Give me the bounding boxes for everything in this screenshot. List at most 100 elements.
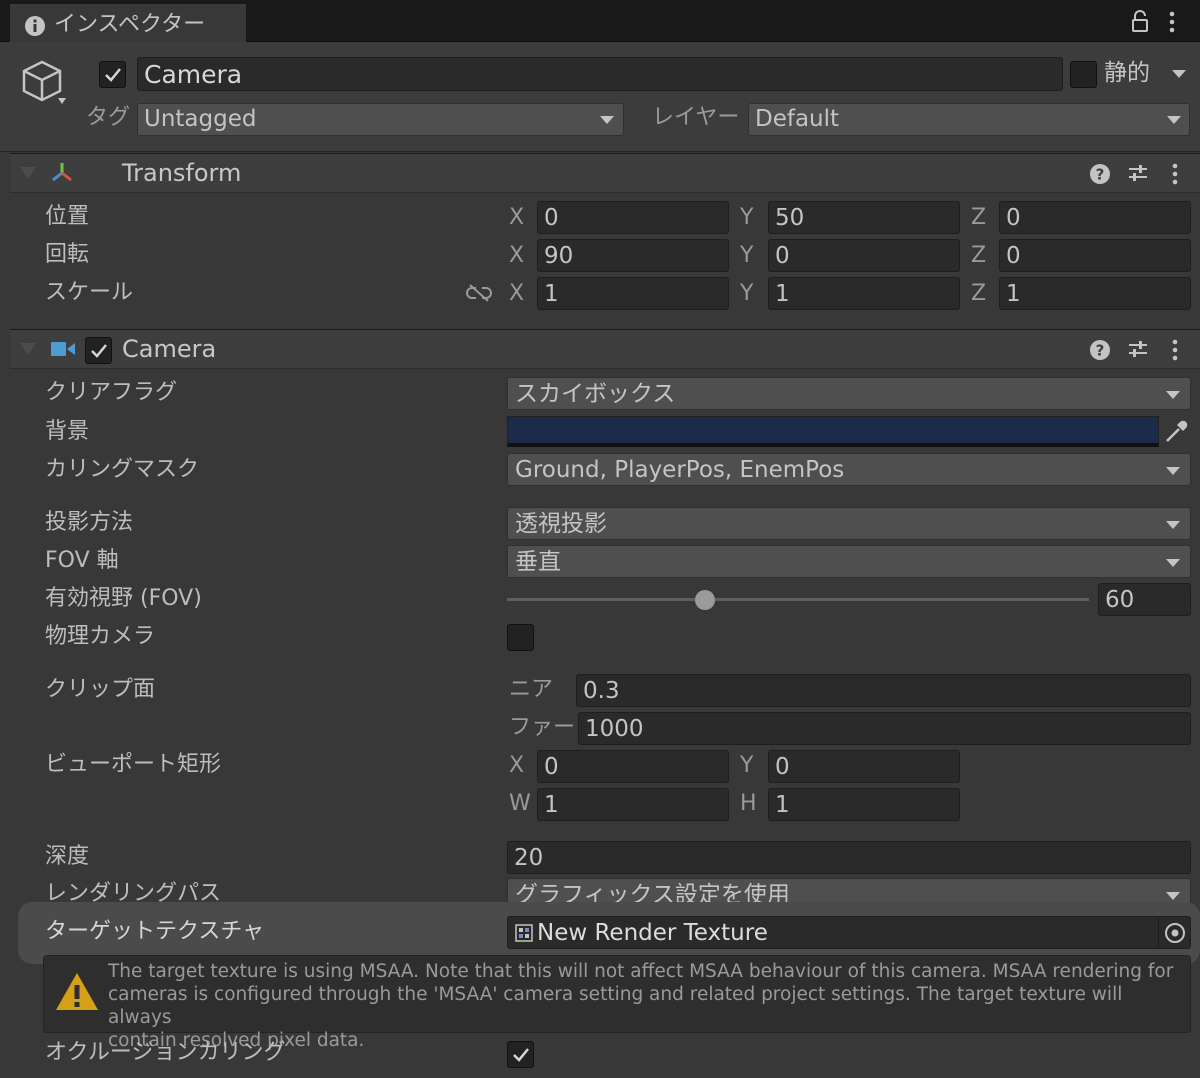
name-field[interactable]: Camera bbox=[137, 57, 1063, 91]
near-label: ニア bbox=[509, 677, 554, 702]
static-dropdown-icon[interactable] bbox=[1172, 70, 1186, 78]
background-color-swatch[interactable] bbox=[507, 416, 1159, 447]
tag-dropdown[interactable]: Untagged bbox=[137, 103, 624, 136]
chevron-down-icon bbox=[1166, 559, 1180, 567]
layer-label: レイヤー bbox=[652, 105, 740, 130]
gameobject-cube-icon[interactable] bbox=[20, 58, 68, 108]
info-icon bbox=[25, 16, 45, 36]
background-label: 背景 bbox=[45, 419, 90, 444]
chevron-down-icon bbox=[1166, 892, 1180, 900]
static-label: 静的 bbox=[1104, 60, 1150, 86]
viewport-h-value: 1 bbox=[775, 792, 790, 818]
chevron-down-icon bbox=[600, 116, 614, 124]
culling-mask-dropdown[interactable]: Ground, PlayerPos, EnemPos bbox=[507, 453, 1191, 486]
presets-icon[interactable] bbox=[1127, 162, 1149, 184]
help-icon[interactable]: ? bbox=[1089, 339, 1111, 361]
rotation-y-field[interactable]: 0 bbox=[768, 239, 960, 272]
clear-flags-value: スカイボックス bbox=[515, 381, 676, 407]
chevron-down-icon bbox=[1167, 116, 1181, 124]
target-texture-value: New Render Texture bbox=[537, 920, 768, 946]
occlusion-culling-checkbox[interactable] bbox=[507, 1041, 534, 1068]
rotation-z-value: 0 bbox=[1006, 243, 1021, 269]
rotation-label: 回転 bbox=[45, 242, 90, 267]
viewport-w-value: 1 bbox=[544, 792, 559, 818]
far-field[interactable]: 1000 bbox=[578, 712, 1191, 745]
viewport-x-value: 0 bbox=[544, 754, 559, 780]
object-picker-icon[interactable] bbox=[1164, 922, 1186, 944]
culling-mask-value: Ground, PlayerPos, EnemPos bbox=[515, 457, 845, 483]
static-checkbox[interactable] bbox=[1070, 61, 1097, 88]
scale-y-value: 1 bbox=[775, 281, 790, 307]
viewport-h-field[interactable]: 1 bbox=[768, 788, 960, 821]
foldout-arrow-icon[interactable] bbox=[20, 343, 36, 355]
axis-z-label: Z bbox=[971, 243, 987, 268]
divider bbox=[1158, 918, 1159, 948]
foldout-arrow-icon[interactable] bbox=[20, 167, 36, 179]
layer-value: Default bbox=[755, 106, 840, 132]
position-x-value: 0 bbox=[544, 205, 559, 231]
component-menu-icon[interactable] bbox=[1169, 338, 1181, 362]
clipping-planes-label: クリップ面 bbox=[45, 677, 156, 702]
scale-z-field[interactable]: 1 bbox=[999, 277, 1191, 310]
fov-slider-track[interactable] bbox=[507, 598, 1089, 601]
physical-camera-label: 物理カメラ bbox=[45, 624, 156, 649]
position-z-field[interactable]: 0 bbox=[999, 201, 1191, 234]
fov-value-field[interactable]: 60 bbox=[1098, 583, 1191, 616]
presets-icon[interactable] bbox=[1127, 338, 1149, 360]
unlinked-chain-icon[interactable] bbox=[466, 283, 492, 303]
depth-label: 深度 bbox=[45, 844, 90, 869]
chevron-down-icon bbox=[1166, 521, 1180, 529]
physical-camera-checkbox[interactable] bbox=[507, 624, 534, 651]
rotation-z-field[interactable]: 0 bbox=[999, 239, 1191, 272]
viewport-w-field[interactable]: 1 bbox=[537, 788, 729, 821]
tab-inspector[interactable]: インスペクター bbox=[10, 4, 246, 42]
far-value: 1000 bbox=[585, 716, 644, 742]
scale-z-value: 1 bbox=[1006, 281, 1021, 307]
near-field[interactable]: 0.3 bbox=[576, 674, 1191, 707]
rotation-x-field[interactable]: 90 bbox=[537, 239, 729, 272]
projection-dropdown[interactable]: 透視投影 bbox=[507, 507, 1191, 540]
projection-value: 透視投影 bbox=[515, 511, 607, 537]
fov-slider-thumb[interactable] bbox=[694, 590, 715, 610]
render-texture-icon bbox=[515, 924, 533, 942]
axis-z-label: Z bbox=[971, 205, 987, 230]
svg-text:?: ? bbox=[1096, 166, 1105, 184]
viewport-x-field[interactable]: 0 bbox=[537, 750, 729, 783]
position-x-field[interactable]: 0 bbox=[537, 201, 729, 234]
position-y-field[interactable]: 50 bbox=[768, 201, 960, 234]
camera-enabled-checkbox[interactable] bbox=[85, 337, 112, 364]
position-y-value: 50 bbox=[775, 205, 805, 231]
lock-icon[interactable] bbox=[1130, 10, 1150, 34]
scale-y-field[interactable]: 1 bbox=[768, 277, 960, 310]
kebab-menu-icon[interactable] bbox=[1166, 10, 1178, 34]
axis-y-label: Y bbox=[740, 753, 754, 778]
depth-field[interactable]: 20 bbox=[507, 841, 1191, 874]
axis-z-label: Z bbox=[971, 281, 987, 306]
scale-x-field[interactable]: 1 bbox=[537, 277, 729, 310]
axis-x-label: X bbox=[509, 281, 525, 306]
layer-dropdown[interactable]: Default bbox=[748, 103, 1190, 136]
eyedropper-icon[interactable] bbox=[1163, 419, 1189, 445]
scale-x-value: 1 bbox=[544, 281, 559, 307]
fov-value: 60 bbox=[1105, 587, 1135, 613]
axis-y-label: Y bbox=[740, 281, 754, 306]
far-label: ファー bbox=[509, 715, 576, 740]
warning-line: The target texture is using MSAA. Note t… bbox=[108, 961, 1174, 982]
axis-y-label: Y bbox=[740, 243, 754, 268]
clear-flags-dropdown[interactable]: スカイボックス bbox=[507, 377, 1191, 410]
component-menu-icon[interactable] bbox=[1169, 162, 1181, 186]
fov-axis-dropdown[interactable]: 垂直 bbox=[507, 545, 1191, 578]
viewport-y-field[interactable]: 0 bbox=[768, 750, 960, 783]
axis-w-label: W bbox=[509, 791, 531, 816]
rotation-x-value: 90 bbox=[544, 243, 574, 269]
svg-text:?: ? bbox=[1096, 342, 1105, 360]
active-checkbox[interactable] bbox=[99, 61, 126, 88]
axis-h-label: H bbox=[740, 791, 757, 816]
warning-icon bbox=[56, 973, 98, 1010]
position-label: 位置 bbox=[45, 204, 90, 229]
target-texture-field[interactable]: New Render Texture bbox=[507, 916, 1191, 949]
axis-y-label: Y bbox=[740, 205, 754, 230]
tag-label: タグ bbox=[86, 105, 131, 130]
help-icon[interactable]: ? bbox=[1089, 163, 1111, 185]
transform-title: Transform bbox=[122, 159, 242, 187]
